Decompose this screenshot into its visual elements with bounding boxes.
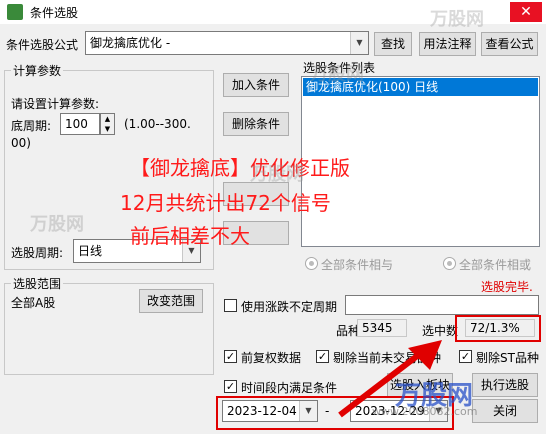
time-range-checkbox[interactable]: ✓: [224, 380, 237, 393]
close-icon[interactable]: ✕: [510, 2, 542, 22]
select-period-label: 选股周期:: [11, 246, 64, 260]
watermark-brand: 万股网: [30, 214, 84, 235]
forward-adjust-label: 前复权数据: [241, 351, 302, 365]
variable-period-label: 使用涨跌不定周期: [241, 300, 338, 314]
execute-button[interactable]: 执行选股: [472, 373, 538, 397]
view-formula-button[interactable]: 查看公式: [481, 32, 538, 56]
app-icon: [7, 4, 23, 20]
formula-select[interactable]: 御龙擒底优化 - ▼: [85, 31, 369, 55]
count-value: 5345: [357, 319, 407, 337]
exclude-untraded-checkbox[interactable]: ✓: [316, 350, 329, 363]
select-period-value: 日线: [78, 244, 103, 258]
overlay-line-3: 前后相差不大: [130, 224, 250, 248]
bottom-period-label: 底周期:: [11, 119, 52, 133]
radio-or[interactable]: [443, 257, 456, 270]
window-title: 条件选股: [30, 6, 79, 20]
radio-and[interactable]: [305, 257, 318, 270]
scope-value: 全部A股: [11, 296, 56, 310]
formula-value: 御龙擒底优化 -: [90, 36, 171, 50]
params-prompt: 请设置计算参数:: [11, 97, 100, 111]
selected-label: 选中数: [422, 324, 459, 338]
usage-notes-button[interactable]: 用法注释: [419, 32, 476, 56]
radio-and-label: 全部条件相与: [321, 258, 394, 272]
bottom-period-input[interactable]: 100: [60, 113, 100, 135]
watermark-brand: 万股网: [430, 9, 484, 30]
overlay-line-1: 【御龙擒底】优化修正版: [130, 156, 350, 180]
watermark-url: www.2008082.com: [372, 405, 478, 418]
exclude-st-label: 剔除ST品种: [476, 351, 539, 365]
variable-period-checkbox[interactable]: [224, 299, 237, 312]
time-range-label: 时间段内满足条件: [241, 381, 338, 395]
delete-condition-button[interactable]: 删除条件: [223, 112, 289, 136]
close-button[interactable]: 关闭: [472, 399, 538, 423]
spinner-icon[interactable]: ▲ ▼: [100, 113, 115, 135]
variable-period-input[interactable]: [345, 295, 539, 315]
scope-title: 选股范围: [13, 277, 62, 291]
watermark-brand: 万股网: [310, 64, 364, 85]
add-condition-button[interactable]: 加入条件: [223, 73, 289, 97]
find-button[interactable]: 查找: [374, 32, 412, 56]
range-hint: (1.00--300.: [124, 117, 191, 131]
radio-or-label: 全部条件相或: [459, 258, 532, 272]
forward-adjust-checkbox[interactable]: ✓: [224, 350, 237, 363]
overlay-line-2: 12月共统计出72个信号: [120, 191, 331, 215]
status-text: 选股完毕.: [481, 280, 533, 294]
range-hint-continued: 00): [11, 136, 31, 150]
watermark-brand: 万股网: [250, 164, 304, 185]
selected-count-highlight: [455, 315, 541, 342]
change-scope-button[interactable]: 改变范围: [139, 289, 203, 313]
exclude-st-checkbox[interactable]: ✓: [459, 350, 472, 363]
chevron-down-icon[interactable]: ▼: [350, 32, 368, 54]
calc-params-title: 计算参数: [13, 64, 62, 78]
formula-label: 条件选股公式: [6, 38, 79, 52]
